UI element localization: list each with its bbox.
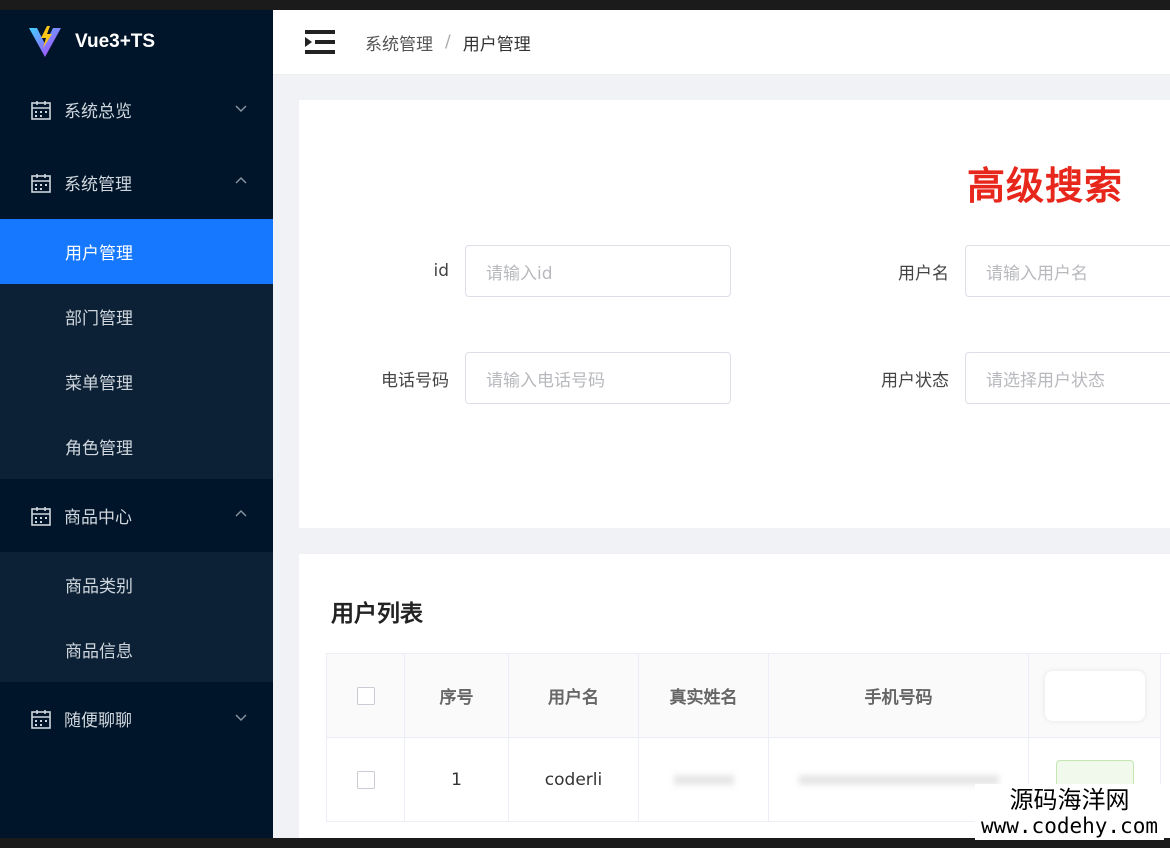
sidebar: Vue3+TS 系统总览 系统管理 用户管理 部门管理 菜单管理 角色管理 商品… — [0, 10, 273, 838]
table-header-row: 序号 用户名 真实姓名 手机号码 — [327, 654, 1170, 738]
field-phone: 电话号码 请输入电话号码 — [299, 352, 731, 404]
breadcrumb: 系统管理 / 用户管理 — [365, 30, 531, 55]
sidebar-item-user-management[interactable]: 用户管理 — [0, 219, 273, 284]
menu-label: 系统总览 — [64, 102, 132, 122]
menu-label: 商品中心 — [64, 508, 132, 528]
calendar-icon — [31, 173, 51, 193]
id-label: id — [433, 261, 449, 281]
column-header: 用户名 — [509, 654, 639, 738]
list-title: 用户列表 — [331, 601, 423, 627]
submenu-system-management: 用户管理 部门管理 菜单管理 角色管理 — [0, 219, 273, 479]
search-card: 高级搜索 id 请输入id 用户名 请输入用户名 电话号码 请输入电话号码 用户… — [299, 100, 1170, 528]
menu-fold-icon[interactable] — [303, 29, 337, 55]
cell-realname-blurred — [639, 738, 769, 822]
sidebar-item-menu-management[interactable]: 菜单管理 — [0, 349, 273, 414]
breadcrumb-current: 用户管理 — [462, 34, 531, 55]
phone-label: 电话号码 — [381, 370, 449, 391]
id-input[interactable]: 请输入id — [465, 245, 731, 297]
column-header-blurred — [1029, 654, 1161, 738]
sidebar-item-department-management[interactable]: 部门管理 — [0, 284, 273, 349]
breadcrumb-item[interactable]: 系统管理 — [365, 30, 433, 55]
main-content: 高级搜索 id 请输入id 用户名 请输入用户名 电话号码 请输入电话号码 用户… — [273, 75, 1170, 838]
calendar-icon — [31, 506, 51, 526]
header: 系统管理 / 用户管理 — [273, 10, 1170, 75]
menu-label: 系统管理 — [64, 175, 132, 195]
search-title: 高级搜索 — [967, 164, 1124, 208]
sidebar-item-role-management[interactable]: 角色管理 — [0, 414, 273, 479]
submenu-product-center: 商品类别 商品信息 — [0, 552, 273, 682]
app-title: Vue3+TS — [75, 30, 156, 52]
status-select[interactable]: 请选择用户状态 — [965, 352, 1170, 404]
chevron-up-icon — [235, 510, 247, 517]
cell-username: coderli — [509, 738, 639, 822]
sidebar-item-product-category[interactable]: 商品类别 — [0, 552, 273, 617]
calendar-icon — [31, 100, 51, 120]
menu-group-chat: 随便聊聊 — [0, 682, 273, 755]
chevron-down-icon — [235, 714, 247, 721]
blur-patch — [673, 774, 734, 785]
menu-group-product-center: 商品中心 商品类别 商品信息 — [0, 479, 273, 682]
menu-item-chat[interactable]: 随便聊聊 — [0, 682, 273, 755]
vite-logo-icon — [29, 25, 61, 57]
field-status: 用户状态 请选择用户状态 — [799, 352, 1170, 404]
logo[interactable]: Vue3+TS — [0, 10, 273, 73]
menu-item-product-center[interactable]: 商品中心 — [0, 479, 273, 552]
breadcrumb-separator: / — [445, 32, 451, 52]
username-input[interactable]: 请输入用户名 — [965, 245, 1170, 297]
select-all-checkbox[interactable] — [356, 686, 375, 705]
column-header: 真实姓名 — [639, 654, 769, 738]
menu-item-system-overview[interactable]: 系统总览 — [0, 73, 273, 146]
chevron-down-icon — [235, 105, 247, 112]
menu-label: 随便聊聊 — [64, 711, 132, 731]
field-username: 用户名 请输入用户名 — [799, 245, 1170, 297]
cell-index: 1 — [405, 738, 509, 822]
menu-item-system-management[interactable]: 系统管理 — [0, 146, 273, 219]
calendar-icon — [31, 709, 51, 729]
watermark: 源码海洋网 www.codehy.com — [974, 784, 1164, 840]
field-id: id 请输入id — [299, 245, 731, 297]
blur-patch — [798, 774, 999, 785]
watermark-line2: www.codehy.com — [980, 814, 1158, 838]
column-header: 手机号码 — [769, 654, 1029, 738]
column-header: 序号 — [405, 654, 509, 738]
menu-group-system-management: 系统管理 用户管理 部门管理 菜单管理 角色管理 — [0, 146, 273, 479]
chevron-up-icon — [235, 177, 247, 184]
header-checkbox-cell — [327, 654, 405, 738]
sidebar-item-product-info[interactable]: 商品信息 — [0, 617, 273, 682]
status-label: 用户状态 — [881, 370, 949, 391]
row-checkbox[interactable] — [356, 770, 375, 789]
menu-group-overview: 系统总览 — [0, 73, 273, 146]
row-checkbox-cell — [327, 738, 405, 822]
phone-input[interactable]: 请输入电话号码 — [465, 352, 731, 404]
watermark-line1: 源码海洋网 — [1009, 786, 1130, 814]
blur-patch — [1044, 670, 1145, 721]
username-label: 用户名 — [898, 263, 949, 284]
